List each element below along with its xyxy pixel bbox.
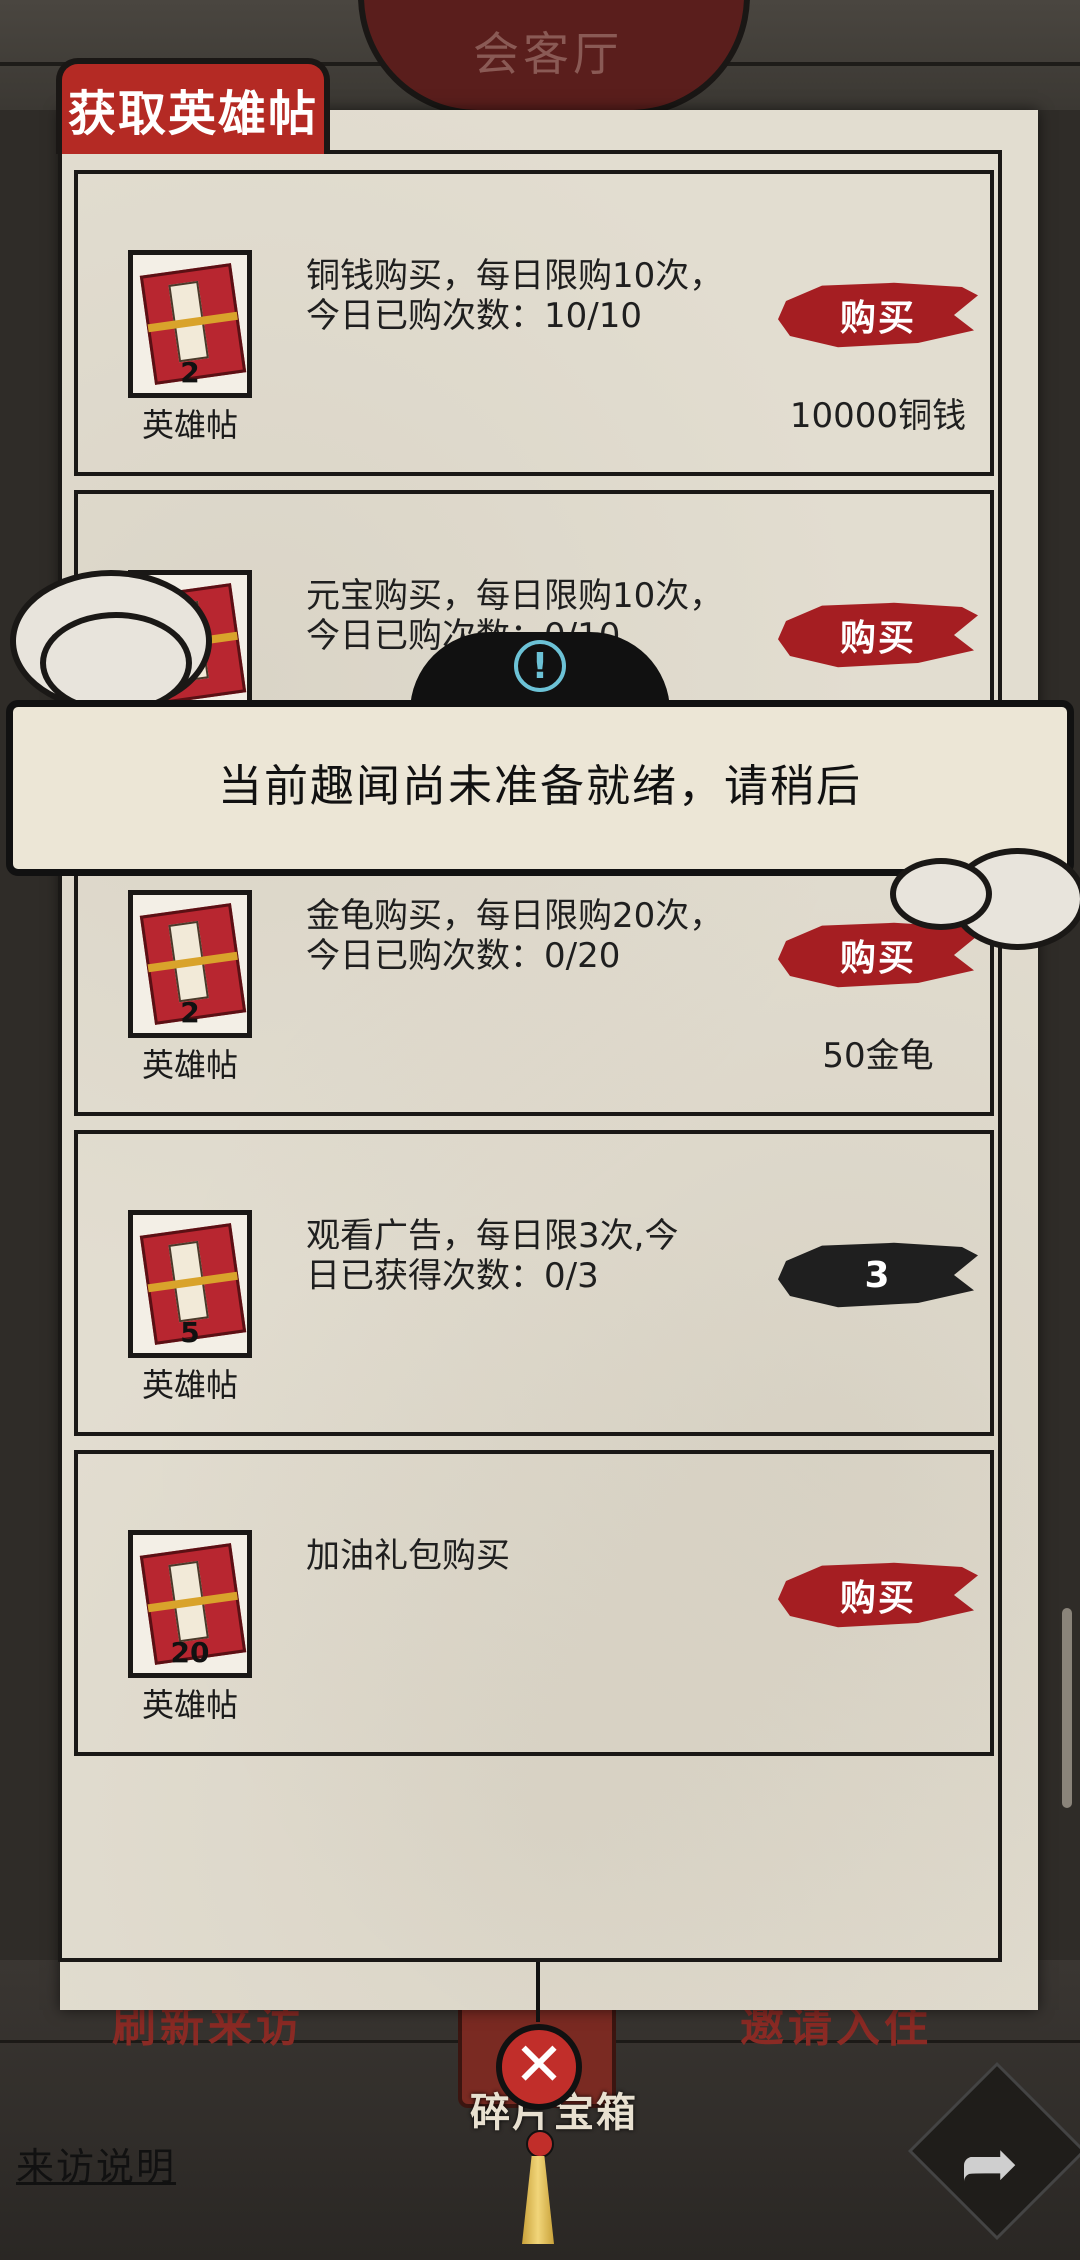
buy-button-label: 购买 <box>839 938 916 979</box>
description-line: 今日已购次数：10/10 <box>306 296 642 336</box>
item-description: 观看广告，每日限3次,今 日已获得次数：0/3 <box>306 1216 746 1296</box>
item-name: 英雄帖 <box>141 1046 238 1084</box>
description-line: 日已获得次数：0/3 <box>306 1256 599 1296</box>
watch-ad-button[interactable]: 3 <box>778 1242 978 1308</box>
price-label: 50金龟 <box>822 1036 934 1076</box>
cloud-left-icon <box>40 612 192 714</box>
item-description: 铜钱购买，每日限购10次， 今日已购次数：10/10 <box>306 256 746 336</box>
item-description: 金龟购买，每日限购20次， 今日已购次数：0/20 <box>306 896 746 976</box>
buy-button[interactable]: 购买 <box>778 602 978 668</box>
item-count: 2 <box>180 996 200 1029</box>
toast-message: 当前趣闻尚未准备就绪，请稍后 <box>218 761 862 812</box>
description-line: 铜钱购买，每日限购10次， <box>306 256 724 296</box>
price-label: 10000铜钱 <box>789 396 967 436</box>
bead-icon <box>526 2130 554 2158</box>
buy-button-label: 购买 <box>839 618 916 659</box>
description-line: 观看广告，每日限3次,今 <box>306 1216 679 1256</box>
item-name: 英雄帖 <box>141 1686 238 1724</box>
list-item: 2 英雄帖 铜钱购买，每日限购10次， 今日已购次数：10/10 购买 1000… <box>74 170 994 476</box>
hero-card-icon: 2 <box>128 890 252 1038</box>
info-icon: ! <box>514 640 566 692</box>
close-button[interactable]: ✕ <box>496 2024 582 2110</box>
description-line: 元宝购买，每日限购10次， <box>306 576 724 616</box>
buy-button[interactable]: 购买 <box>778 1562 978 1628</box>
item-count: 2 <box>180 356 200 389</box>
description-line: 今日已购次数：0/20 <box>306 936 621 976</box>
close-rope <box>536 1962 540 2022</box>
hero-card-icon: 20 <box>128 1530 252 1678</box>
item-name: 英雄帖 <box>141 406 238 444</box>
cloud-right-icon <box>890 858 992 930</box>
item-count: 5 <box>180 1316 200 1349</box>
background-left <box>0 110 60 2010</box>
list-item: 5 英雄帖 观看广告，每日限3次,今 日已获得次数：0/3 3 <box>74 1130 994 1436</box>
share-arrow-icon: ➦ <box>960 2122 1019 2204</box>
buy-button[interactable]: 购买 <box>778 922 978 988</box>
hall-title: 会客厅 <box>473 27 623 81</box>
hero-card-icon: 2 <box>128 250 252 398</box>
list-item: 20 英雄帖 加油礼包购买 购买 <box>74 1450 994 1756</box>
item-count: 20 <box>170 1636 210 1669</box>
buy-button[interactable]: 购买 <box>778 282 978 348</box>
scrollbar[interactable] <box>1062 1608 1072 1808</box>
hero-card-icon: 5 <box>128 1210 252 1358</box>
description-line: 金龟购买，每日限购20次， <box>306 896 724 936</box>
panel-title: 获取英雄帖 <box>67 86 318 142</box>
buy-button-label: 购买 <box>839 1578 916 1619</box>
buy-button-label: 购买 <box>839 298 916 339</box>
item-description: 加油礼包购买 <box>306 1536 746 1576</box>
item-name: 英雄帖 <box>141 1366 238 1404</box>
description-line: 加油礼包购买 <box>306 1536 510 1576</box>
visit-info-link[interactable]: 来访说明 <box>16 2136 176 2191</box>
watch-ad-count: 3 <box>864 1254 892 1296</box>
